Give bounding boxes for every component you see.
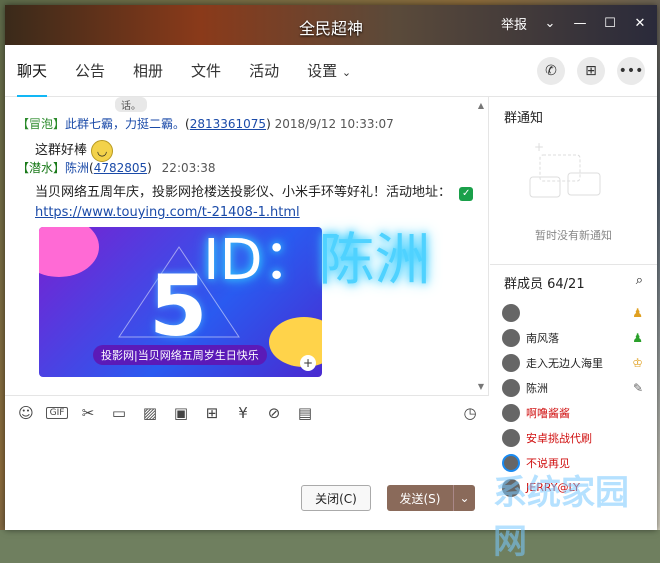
member-header: 群成员 64/21 [504,277,585,292]
avatar [502,328,520,347]
gift-icon[interactable]: ⊞ [201,404,223,422]
tab-settings[interactable]: 设置 ⌄ [307,52,351,89]
scroll-down-icon[interactable]: ▼ [476,382,486,391]
member-tag: 【冒泡】 [17,117,66,131]
scrollbar[interactable]: ▲ ▼ [476,101,486,391]
title-bar: 全民超神 举报 ⌄ — ☐ ✕ [5,5,657,45]
tab-settings-label: 设置 [307,62,338,80]
media-icon[interactable]: ▣ [170,404,192,422]
phone-icon[interactable]: ✆ [537,56,565,85]
sender-name[interactable]: 陈洲 [65,161,89,175]
tab-files[interactable]: 文件 [191,52,221,89]
anniversary-number: 5 [149,257,208,355]
owner-icon: ♔ [632,355,643,370]
admin-icon: ♟ [632,305,643,320]
zoom-icon[interactable]: + [300,355,316,371]
message-time: 22:03:38 [161,161,216,175]
input-toolbar: ☺ GIF ✂ ▭ ▨ ▣ ⊞ ¥ ⊘ ▤ ◷ [5,395,489,429]
avatar [502,428,520,447]
chevron-down-icon[interactable]: ⌄ [453,485,475,511]
watermark: 系统家园网 [493,473,629,562]
tab-activity[interactable]: 活动 [249,52,279,89]
maximize-icon[interactable]: ☐ [603,16,617,31]
overlay-id-label: ID： [203,228,319,293]
gif-icon[interactable]: GIF [46,406,68,419]
tab-chat[interactable]: 聊天 [17,52,48,97]
notice-empty-icon: + [529,140,601,198]
banner-caption: 投影网|当贝网络五周岁生日快乐 [93,345,267,365]
avatar [502,353,520,372]
member-item[interactable]: 走入无边人海里 ♔ [490,350,657,375]
sender-name[interactable]: 此群七霸，力挺二霸。 [65,117,185,131]
member-name: 陈洲 [526,381,548,395]
member-name: 安卓挑战代刷 [526,431,592,445]
message-body: 这群好棒 [35,143,88,158]
send-label: 发送(S) [399,491,441,506]
red-packet-icon[interactable]: ¥ [232,404,254,422]
send-button[interactable]: 发送(S) ⌄ [387,485,475,511]
group-notice-panel: 群通知 + 暂时没有新通知 [490,97,657,265]
notice-header: 群通知 [504,111,544,126]
emoji-icon[interactable]: ☺ [15,404,37,422]
svg-text:+: + [534,140,544,154]
message-header: 【冒泡】此群七霸，力挺二霸。(2813361075) 2018/9/12 10:… [17,117,394,131]
more-icon[interactable]: ••• [617,56,645,85]
file-icon[interactable]: ▤ [294,404,316,422]
message-text: 当贝网络五周年庆，投影网抢楼送投影仪、小米手环等好礼！活动地址： ✓ [35,181,474,201]
chevron-down-icon: ⌄ [341,66,352,79]
avatar [502,303,520,322]
chevron-down-icon[interactable]: ⌄ [543,16,557,31]
message-header: 【潜水】陈洲(4782805) 22:03:38 [17,161,216,175]
search-icon[interactable]: ⌕ [636,273,643,292]
overlay-name: 陈洲 [318,228,431,293]
notice-empty-text: 暂时没有新通知 [535,229,612,242]
member-item[interactable]: 啊噜酱酱 [490,400,657,425]
close-button[interactable]: 关闭(C) [301,485,371,511]
verified-shield-icon: ✓ [459,187,474,201]
message-body: 当贝网络五周年庆，投影网抢楼送投影仪、小米手环等好礼！活动地址： [35,185,452,200]
scissors-icon[interactable]: ✂ [77,404,99,422]
add-chat-icon[interactable]: ⊞ [577,56,605,85]
edit-pencil-icon[interactable]: ✎ [633,381,643,395]
close-icon[interactable]: ✕ [633,16,647,31]
minimize-icon[interactable]: — [573,16,587,31]
history-clock-icon[interactable]: ◷ [459,404,481,422]
partial-message: 话。 [115,97,147,112]
member-name: 啊噜酱酱 [526,406,570,420]
scroll-up-icon[interactable]: ▲ [476,101,486,110]
avatar [502,378,520,397]
tab-bar: 聊天 公告 相册 文件 活动 设置 ⌄ ✆ ⊞ ••• [5,45,657,97]
member-item[interactable]: 南风落 ♟ [490,325,657,350]
block-icon[interactable]: ⊘ [263,404,285,422]
message-input[interactable] [5,429,489,530]
sender-id[interactable]: 4782805 [94,161,147,175]
member-name: 南风落 [526,331,559,345]
sender-id[interactable]: 2813361075 [190,117,266,131]
member-name: 走入无边人海里 [526,356,603,370]
report-button[interactable]: 举报 [501,14,527,33]
member-item[interactable]: 陈洲 ✎ [490,375,657,400]
member-item[interactable]: 安卓挑战代刷 [490,425,657,450]
admin-icon: ♟ [632,330,643,345]
avatar [502,403,520,422]
chat-window: 全民超神 举报 ⌄ — ☐ ✕ 聊天 公告 相册 文件 活动 设置 ⌄ ✆ ⊞ … [5,5,657,562]
tab-album[interactable]: 相册 [133,52,163,89]
image-icon[interactable]: ▨ [139,404,161,422]
message-time: 2018/9/12 10:33:07 [274,117,394,131]
member-tag: 【潜水】 [17,161,66,175]
member-item[interactable]: ♟ [490,300,657,325]
folder-icon[interactable]: ▭ [108,404,130,422]
id-overlay: ID：陈洲 [203,215,431,296]
chat-messages[interactable]: 话。 【冒泡】此群七霸，力挺二霸。(2813361075) 2018/9/12 … [5,97,489,395]
tab-announcement[interactable]: 公告 [75,52,105,89]
